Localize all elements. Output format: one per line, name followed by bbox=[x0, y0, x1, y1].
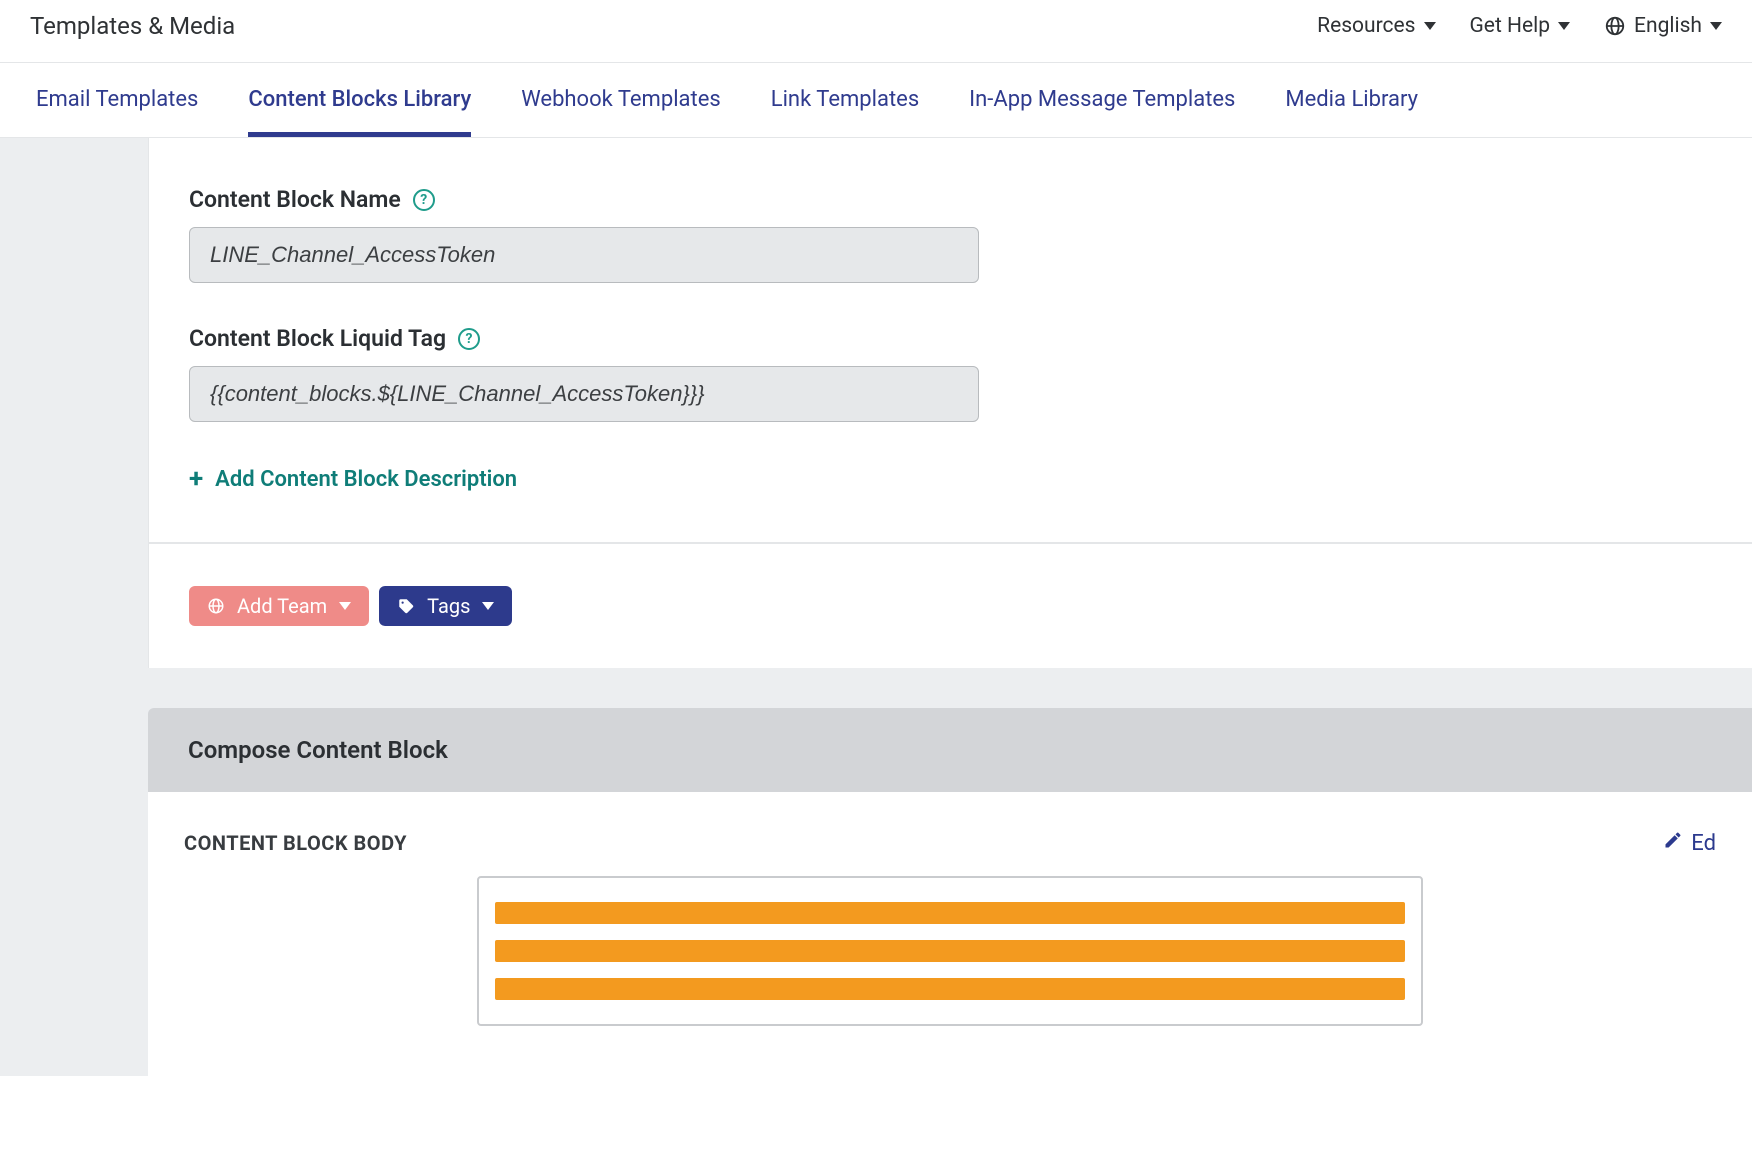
add-team-button[interactable]: Add Team bbox=[189, 586, 369, 626]
page-body: Content Block Name ? Content Block Liqui… bbox=[0, 138, 1752, 1076]
field-content-block-name: Content Block Name ? bbox=[189, 186, 1712, 283]
tags-label: Tags bbox=[427, 596, 470, 616]
compose-body: CONTENT BLOCK BODY Ed bbox=[148, 792, 1752, 1076]
tab-webhook-templates[interactable]: Webhook Templates bbox=[521, 63, 721, 137]
get-help-menu[interactable]: Get Help bbox=[1470, 14, 1571, 38]
compose-heading: Compose Content Block bbox=[148, 708, 1752, 792]
redacted-line bbox=[495, 940, 1405, 962]
top-bar-right: Resources Get Help English bbox=[1317, 14, 1722, 38]
help-icon[interactable]: ? bbox=[413, 189, 435, 211]
tab-link-templates[interactable]: Link Templates bbox=[771, 63, 919, 137]
get-help-label: Get Help bbox=[1470, 14, 1551, 38]
team-tags-row: Add Team Tags bbox=[148, 543, 1752, 668]
tab-strip: Email Templates Content Blocks Library W… bbox=[0, 63, 1752, 138]
liquid-tag-input[interactable] bbox=[189, 366, 979, 422]
content-block-form: Content Block Name ? Content Block Liqui… bbox=[148, 138, 1752, 543]
content-block-body-preview[interactable] bbox=[477, 876, 1423, 1026]
redacted-line bbox=[495, 902, 1405, 924]
chevron-down-icon bbox=[1424, 22, 1436, 30]
tab-media-library[interactable]: Media Library bbox=[1285, 63, 1418, 137]
tab-in-app-message-templates[interactable]: In-App Message Templates bbox=[969, 63, 1235, 137]
pencil-icon bbox=[1663, 830, 1683, 856]
content-block-name-label: Content Block Name bbox=[189, 186, 401, 213]
plus-icon: + bbox=[189, 466, 203, 492]
add-description-label: Add Content Block Description bbox=[215, 467, 517, 492]
globe-icon bbox=[207, 597, 225, 615]
tags-button[interactable]: Tags bbox=[379, 586, 512, 626]
content-block-name-input[interactable] bbox=[189, 227, 979, 283]
help-icon[interactable]: ? bbox=[458, 328, 480, 350]
top-bar: Templates & Media Resources Get Help Eng… bbox=[0, 0, 1752, 63]
chevron-down-icon bbox=[482, 602, 494, 610]
tab-email-templates[interactable]: Email Templates bbox=[36, 63, 198, 137]
chevron-down-icon bbox=[339, 602, 351, 610]
edit-button[interactable]: Ed bbox=[1663, 830, 1716, 856]
field-content-block-liquid-tag: Content Block Liquid Tag ? bbox=[189, 325, 1712, 422]
add-team-label: Add Team bbox=[237, 596, 327, 616]
language-label: English bbox=[1634, 14, 1702, 38]
redacted-line bbox=[495, 978, 1405, 1000]
tab-content-blocks-library[interactable]: Content Blocks Library bbox=[248, 63, 471, 137]
resources-menu[interactable]: Resources bbox=[1317, 14, 1435, 38]
add-description-button[interactable]: + Add Content Block Description bbox=[189, 466, 517, 492]
chevron-down-icon bbox=[1710, 22, 1722, 30]
resources-label: Resources bbox=[1317, 14, 1415, 38]
globe-icon bbox=[1604, 15, 1626, 37]
page-title: Templates & Media bbox=[30, 12, 235, 40]
content-block-body-label: CONTENT BLOCK BODY bbox=[184, 831, 407, 855]
tag-icon bbox=[397, 597, 415, 615]
chevron-down-icon bbox=[1558, 22, 1570, 30]
liquid-tag-label: Content Block Liquid Tag bbox=[189, 325, 446, 352]
edit-label: Ed bbox=[1691, 831, 1716, 856]
language-menu[interactable]: English bbox=[1604, 14, 1722, 38]
